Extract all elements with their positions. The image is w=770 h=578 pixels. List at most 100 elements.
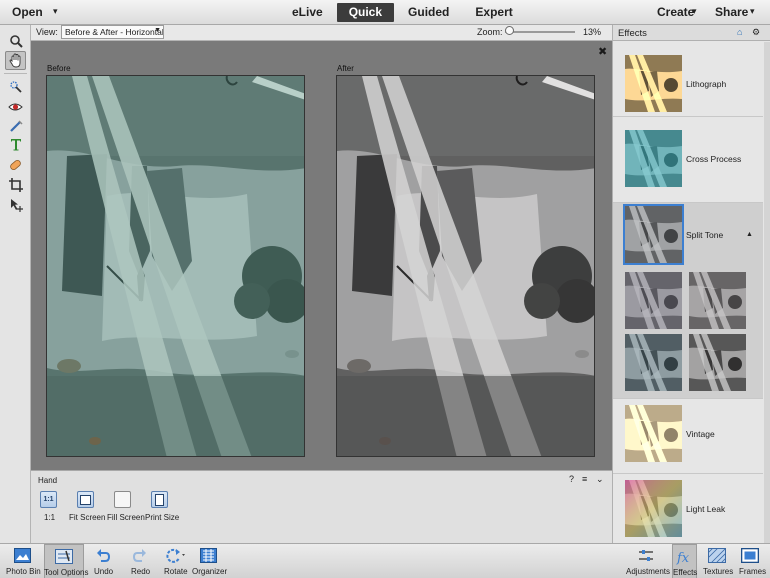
zoom-slider-track[interactable] bbox=[505, 31, 575, 33]
help-icon[interactable]: ? bbox=[569, 474, 574, 484]
tool-options-button[interactable]: Tool Options bbox=[44, 544, 88, 578]
effects-title: Effects bbox=[618, 28, 647, 39]
one-to-one-button[interactable]: 1:1 bbox=[40, 491, 57, 508]
adjustments-label: Adjustments bbox=[626, 567, 671, 576]
split-tone-variant-1[interactable] bbox=[625, 272, 682, 329]
split-tone-variant-3[interactable] bbox=[625, 334, 682, 391]
spot-healing-tool-icon[interactable] bbox=[5, 155, 26, 174]
split-tone-variant-2[interactable] bbox=[689, 272, 746, 329]
chevron-down-icon[interactable]: ⌄ bbox=[596, 474, 604, 485]
one-to-one-label: 1:1 bbox=[44, 513, 56, 522]
move-tool-icon[interactable] bbox=[5, 195, 26, 214]
create-caret-icon[interactable]: ▾ bbox=[692, 6, 697, 17]
effect-vintage[interactable]: Vintage bbox=[613, 399, 763, 474]
rotate-button[interactable]: Rotate bbox=[161, 544, 191, 578]
after-label: After bbox=[337, 64, 354, 73]
effect-label: Lithograph bbox=[686, 79, 727, 89]
before-image[interactable] bbox=[46, 75, 305, 457]
effect-lithograph[interactable]: Lithograph bbox=[613, 42, 763, 117]
print-size-button[interactable] bbox=[151, 491, 168, 508]
cross-process-thumbnail[interactable] bbox=[625, 130, 682, 187]
open-button[interactable]: Open bbox=[12, 5, 43, 19]
svg-text:fx: fx bbox=[676, 551, 690, 565]
one-to-one-badge: 1:1 bbox=[43, 496, 54, 503]
crop-tool-icon[interactable] bbox=[5, 175, 26, 194]
effects-button[interactable]: fx Effects bbox=[672, 544, 697, 578]
open-caret-icon[interactable]: ▾ bbox=[53, 6, 58, 17]
effects-header: Effects ⌂ ⚙ bbox=[613, 25, 770, 41]
view-options-bar: View: Before & After - Horizontal ▼ Zoom… bbox=[31, 25, 612, 41]
effect-label: Light Leak bbox=[686, 504, 726, 514]
type-tool-icon[interactable] bbox=[5, 135, 26, 154]
light-leak-thumbnail[interactable] bbox=[625, 480, 682, 537]
bottom-bar: Photo Bin Tool Options Undo Redo Rotate … bbox=[0, 543, 770, 578]
tab-quick[interactable]: Quick bbox=[336, 3, 395, 22]
reset-icon[interactable]: ⌂ bbox=[737, 27, 742, 37]
adjustments-icon bbox=[639, 550, 653, 561]
effect-cross-process[interactable]: Cross Process bbox=[613, 117, 763, 203]
fit-screen-label: Fit Screen bbox=[69, 513, 106, 522]
collapse-icon[interactable]: ▲ bbox=[746, 231, 753, 238]
frames-icon bbox=[741, 548, 759, 563]
split-tone-thumbnail[interactable] bbox=[623, 204, 684, 265]
undo-button[interactable]: Undo bbox=[90, 544, 116, 578]
effects-label: Effects bbox=[673, 568, 698, 577]
create-button[interactable]: Create bbox=[657, 5, 694, 19]
mode-tabs: eLive Quick Guided Expert bbox=[280, 3, 527, 22]
organizer-label: Organizer bbox=[192, 567, 228, 576]
whiten-teeth-tool-icon[interactable] bbox=[5, 116, 26, 135]
panel-menu-icon[interactable]: ≡ bbox=[582, 474, 587, 484]
effects-list: Lithograph Cross Process Split Tone ▲ Vi… bbox=[613, 42, 763, 543]
photo-bin-icon bbox=[14, 548, 31, 563]
zoom-tool-icon[interactable] bbox=[5, 31, 26, 50]
vintage-thumbnail[interactable] bbox=[625, 405, 682, 462]
tab-guided[interactable]: Guided bbox=[396, 3, 461, 22]
tool-options-title: Hand bbox=[38, 476, 58, 485]
textures-button[interactable]: Textures bbox=[702, 544, 733, 578]
quick-selection-tool-icon[interactable] bbox=[5, 77, 26, 96]
effect-label: Cross Process bbox=[686, 154, 742, 164]
zoom-slider-knob[interactable] bbox=[505, 26, 515, 35]
photo-bin-label: Photo Bin bbox=[6, 567, 41, 576]
red-eye-tool-icon[interactable] bbox=[5, 97, 26, 116]
share-button[interactable]: Share bbox=[715, 5, 748, 19]
undo-icon bbox=[97, 549, 111, 562]
before-label: Before bbox=[47, 64, 71, 73]
lithograph-thumbnail[interactable] bbox=[625, 55, 682, 112]
chevron-down-icon: ▼ bbox=[154, 27, 161, 34]
view-mode-select[interactable]: Before & After - Horizontal ▼ bbox=[61, 25, 164, 39]
after-image[interactable] bbox=[336, 75, 595, 457]
redo-button[interactable]: Redo bbox=[127, 544, 153, 578]
toolbox bbox=[0, 25, 31, 543]
share-caret-icon[interactable]: ▾ bbox=[750, 6, 755, 17]
redo-label: Redo bbox=[131, 567, 151, 576]
rotate-icon bbox=[166, 548, 185, 563]
panel-menu-icon[interactable]: ⚙ bbox=[752, 27, 760, 38]
view-mode-value: Before & After - Horizontal bbox=[65, 27, 164, 37]
rotate-label: Rotate bbox=[164, 567, 188, 576]
photo-canvas[interactable]: ✖ Before After bbox=[31, 41, 612, 470]
frames-label: Frames bbox=[739, 567, 767, 576]
fill-screen-button[interactable] bbox=[114, 491, 131, 508]
frames-button[interactable]: Frames bbox=[735, 544, 767, 578]
effect-label: Vintage bbox=[686, 429, 715, 439]
effects-scrollbar[interactable] bbox=[764, 42, 770, 543]
photo-bin-button[interactable]: Photo Bin bbox=[4, 544, 42, 578]
tool-options-label: Tool Options bbox=[44, 568, 89, 577]
tool-options-icon bbox=[55, 549, 73, 564]
fx-icon: fx bbox=[676, 551, 690, 565]
undo-label: Undo bbox=[94, 567, 114, 576]
effect-split-tone[interactable]: Split Tone ▲ bbox=[613, 203, 763, 399]
zoom-value: 13% bbox=[583, 27, 602, 37]
effect-light-leak[interactable]: Light Leak bbox=[613, 474, 763, 543]
zoom-label: Zoom: bbox=[477, 27, 503, 37]
organizer-button[interactable]: Organizer bbox=[192, 544, 228, 578]
adjustments-button[interactable]: Adjustments bbox=[625, 544, 671, 578]
split-tone-variant-4[interactable] bbox=[689, 334, 746, 391]
effects-panel: Effects ⌂ ⚙ Lithograph Cross Process Spl… bbox=[612, 25, 770, 543]
hand-tool-icon[interactable] bbox=[5, 51, 26, 70]
fit-screen-button[interactable] bbox=[77, 491, 94, 508]
tab-elive[interactable]: eLive bbox=[280, 3, 335, 22]
tab-expert[interactable]: Expert bbox=[463, 3, 524, 22]
close-icon[interactable]: ✖ bbox=[598, 45, 607, 58]
